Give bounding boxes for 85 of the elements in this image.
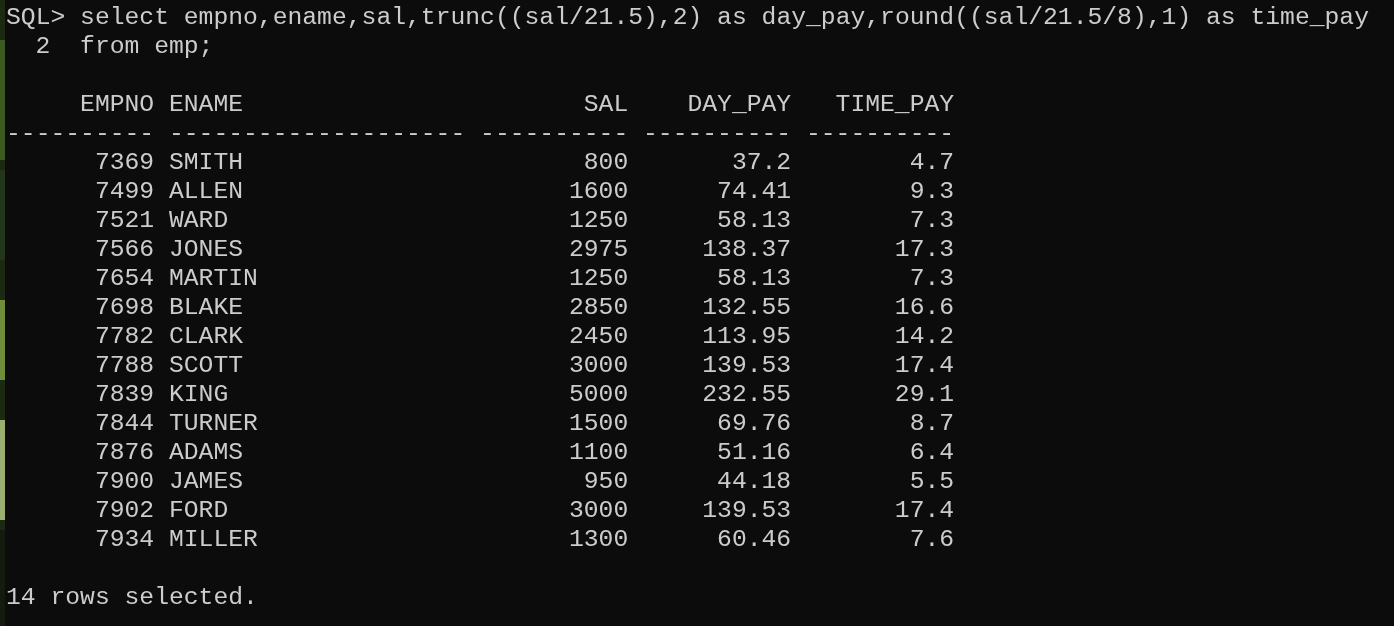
table-cell-text: TURNER (168, 409, 259, 438)
table-cell-text: 7566 (93, 235, 155, 264)
table-cell-text: 7876 (93, 438, 155, 467)
table-cell-text: 7839 (93, 380, 155, 409)
table-cell-text: 60.46 (716, 525, 792, 554)
table-cell-text: 7654 (93, 264, 155, 293)
command-text: select empno,ename,sal,trunc((sal/21.5),2) as day_pay,round((sal/21.5/8),1) as time_pay (80, 3, 1369, 32)
table-cell-text: 44.18 (716, 467, 792, 496)
column-header: ENAME (168, 90, 245, 119)
table-cell-text: 2450 (567, 322, 629, 351)
table-cell-text: 7369 (93, 148, 155, 177)
table-cell-text: 58.13 (716, 264, 792, 293)
table-cell-text: 8.7 (908, 409, 955, 438)
table-cell-text: 17.3 (893, 235, 955, 264)
table-cell-text: 4.7 (908, 148, 955, 177)
column-rule: -------------------- (168, 119, 466, 148)
table-cell-text: 1250 (567, 264, 629, 293)
table-cell-text: 800 (582, 148, 629, 177)
table-cell-text: 7844 (93, 409, 155, 438)
table-cell-text: KING (168, 380, 230, 409)
command-text: from emp; (80, 32, 214, 61)
table-cell-text: 3000 (567, 351, 629, 380)
column-rule: ---------- (6, 119, 155, 148)
table-cell-text: MILLER (168, 525, 259, 554)
table-cell-text: 1100 (567, 438, 629, 467)
status-text: 14 rows selected. (6, 583, 259, 612)
table-cell-text: 232.55 (701, 380, 792, 409)
table-cell-text: 7.3 (908, 206, 955, 235)
table-cell-text: JAMES (168, 467, 245, 496)
table-cell-text: 138.37 (701, 235, 792, 264)
column-rule: ---------- (643, 119, 792, 148)
table-cell-text: 51.16 (716, 438, 792, 467)
table-cell-text: 7900 (93, 467, 155, 496)
table-cell-text: 37.2 (730, 148, 792, 177)
table-cell-text: 7788 (93, 351, 155, 380)
table-cell-text: WARD (168, 206, 230, 235)
column-rule: ---------- (805, 119, 955, 148)
table-cell-text: 7.6 (908, 525, 955, 554)
table-cell-text: ADAMS (168, 438, 245, 467)
table-cell-text: 69.76 (716, 409, 792, 438)
table-cell-text: 9.3 (908, 177, 955, 206)
prompt: SQL> (6, 3, 66, 32)
table-cell-text: 3000 (567, 496, 629, 525)
table-cell-text: 7499 (93, 177, 155, 206)
column-header: EMPNO (79, 90, 155, 119)
table-cell-text: 17.4 (893, 496, 955, 525)
table-cell-text: 7698 (93, 293, 155, 322)
table-cell-text: 7934 (93, 525, 155, 554)
table-cell-text: MARTIN (168, 264, 259, 293)
table-cell-text: 16.6 (893, 293, 955, 322)
table-cell-text: SMITH (168, 148, 245, 177)
table-cell-text: FORD (168, 496, 230, 525)
table-cell-text: 74.41 (716, 177, 792, 206)
table-cell-text: 5.5 (908, 467, 955, 496)
table-cell-text: 1300 (567, 525, 629, 554)
table-cell-text: ALLEN (168, 177, 245, 206)
table-cell-text: 113.95 (701, 322, 792, 351)
table-cell-text: JONES (168, 235, 245, 264)
table-cell-text: 139.53 (701, 496, 792, 525)
table-cell-text: 132.55 (701, 293, 792, 322)
table-cell-text: 29.1 (893, 380, 955, 409)
table-cell-text: 6.4 (908, 438, 955, 467)
column-header: DAY_PAY (686, 90, 792, 119)
table-cell-text: 1600 (567, 177, 629, 206)
table-cell-text: 58.13 (716, 206, 792, 235)
table-cell-text: SCOTT (168, 351, 245, 380)
prompt: 2 (34, 32, 52, 61)
table-cell-text: 1250 (567, 206, 629, 235)
table-cell-text: 7.3 (908, 264, 955, 293)
table-cell-text: 2975 (567, 235, 629, 264)
column-rule: ---------- (480, 119, 629, 148)
table-cell-text: 2850 (567, 293, 629, 322)
table-cell-text: 5000 (567, 380, 629, 409)
table-cell-text: 950 (582, 467, 629, 496)
table-cell-text: 139.53 (701, 351, 792, 380)
table-cell-text: CLARK (168, 322, 245, 351)
table-cell-text: 17.4 (893, 351, 955, 380)
table-cell-text: 1500 (567, 409, 629, 438)
column-header: TIME_PAY (834, 90, 955, 119)
table-cell-text: 7782 (93, 322, 155, 351)
table-cell-text: 7902 (93, 496, 155, 525)
column-header: SAL (582, 90, 629, 119)
table-cell-text: 7521 (93, 206, 155, 235)
table-cell-text: BLAKE (168, 293, 245, 322)
table-cell-text: 14.2 (893, 322, 955, 351)
